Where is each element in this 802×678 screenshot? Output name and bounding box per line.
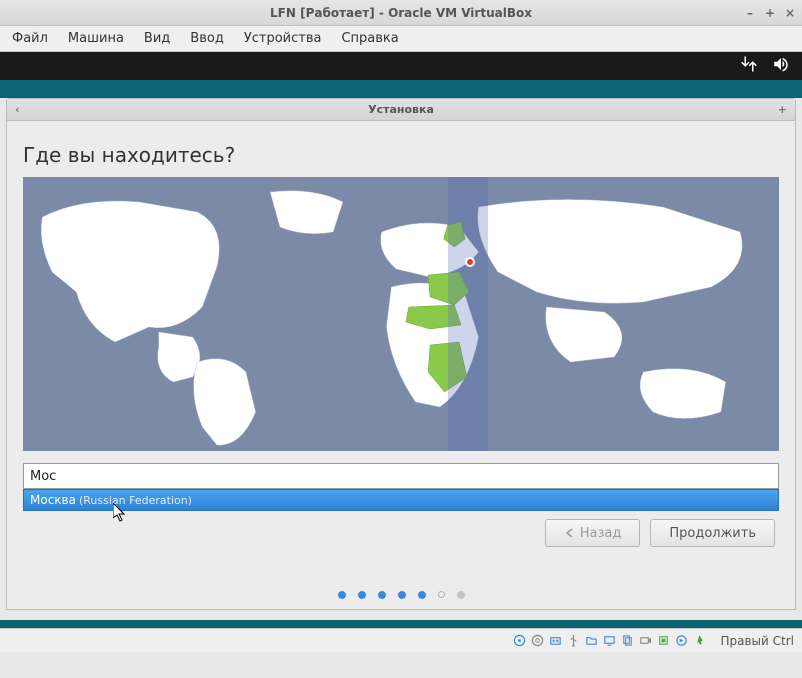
mouse-capture-icon[interactable]	[692, 634, 706, 648]
timezone-map[interactable]	[23, 177, 779, 451]
installer-title: Установка	[368, 103, 434, 116]
vm-state-icon[interactable]	[674, 634, 688, 648]
arrow-left-icon	[564, 527, 576, 539]
shared-folder-icon[interactable]	[584, 634, 598, 648]
progress-dot	[398, 591, 406, 599]
network-indicator-icon[interactable]	[740, 55, 758, 77]
guest-accent-bar-bottom	[0, 620, 802, 628]
progress-dot	[358, 591, 366, 599]
window-minimize-button[interactable]: –	[744, 6, 756, 20]
location-input[interactable]	[23, 463, 779, 489]
back-label: Назад	[580, 526, 622, 541]
installer-window: ‹ Установка + Где вы находитесь?	[6, 98, 796, 610]
hdd-icon[interactable]	[512, 634, 526, 648]
chevron-left-icon[interactable]: ‹	[15, 103, 20, 116]
maximize-icon[interactable]: +	[778, 103, 787, 116]
window-close-button[interactable]: ×	[784, 6, 796, 20]
cpu-icon[interactable]	[656, 634, 670, 648]
menu-help[interactable]: Справка	[341, 31, 398, 46]
record-icon[interactable]	[638, 634, 652, 648]
menubar: Файл Машина Вид Ввод Устройства Справка	[0, 26, 802, 52]
installer-titlebar[interactable]: ‹ Установка +	[7, 99, 795, 121]
continue-label: Продолжить	[669, 526, 756, 541]
vm-statusbar: Правый Ctrl	[0, 628, 802, 652]
network-icon[interactable]	[548, 634, 562, 648]
progress-dot	[438, 591, 445, 598]
suggestion-city: Москва	[30, 493, 76, 507]
timezone-highlight	[448, 177, 488, 451]
menu-input[interactable]: Ввод	[190, 31, 224, 46]
location-pin-icon	[465, 257, 475, 267]
optical-icon[interactable]	[530, 634, 544, 648]
guest-accent-bar	[0, 80, 802, 98]
display-icon[interactable]	[602, 634, 616, 648]
page-heading: Где вы находитесь?	[23, 143, 779, 167]
progress-dot	[378, 591, 386, 599]
menu-view[interactable]: Вид	[144, 31, 170, 46]
clipboard-icon[interactable]	[620, 634, 634, 648]
menu-devices[interactable]: Устройства	[244, 31, 322, 46]
progress-dot	[338, 591, 346, 599]
window-titlebar: LFN [Работает] - Oracle VM VirtualBox – …	[0, 0, 802, 26]
menu-machine[interactable]: Машина	[68, 31, 124, 46]
guest-topbar	[0, 52, 802, 80]
progress-dots	[23, 591, 779, 599]
volume-icon[interactable]	[772, 55, 790, 77]
menu-file[interactable]: Файл	[12, 31, 48, 46]
progress-dot	[457, 591, 465, 599]
window-title: LFN [Работает] - Oracle VM VirtualBox	[270, 6, 532, 20]
location-input-row: Москва (Russian Federation)	[23, 463, 779, 489]
window-maximize-button[interactable]: +	[764, 6, 776, 20]
usb-icon[interactable]	[566, 634, 580, 648]
continue-button[interactable]: Продолжить	[650, 519, 775, 547]
progress-dot	[418, 591, 426, 599]
back-button[interactable]: Назад	[545, 519, 641, 547]
suggestion-country: (Russian Federation)	[79, 494, 192, 507]
location-suggestion[interactable]: Москва (Russian Federation)	[23, 489, 779, 511]
hostkey-label: Правый Ctrl	[720, 634, 794, 648]
